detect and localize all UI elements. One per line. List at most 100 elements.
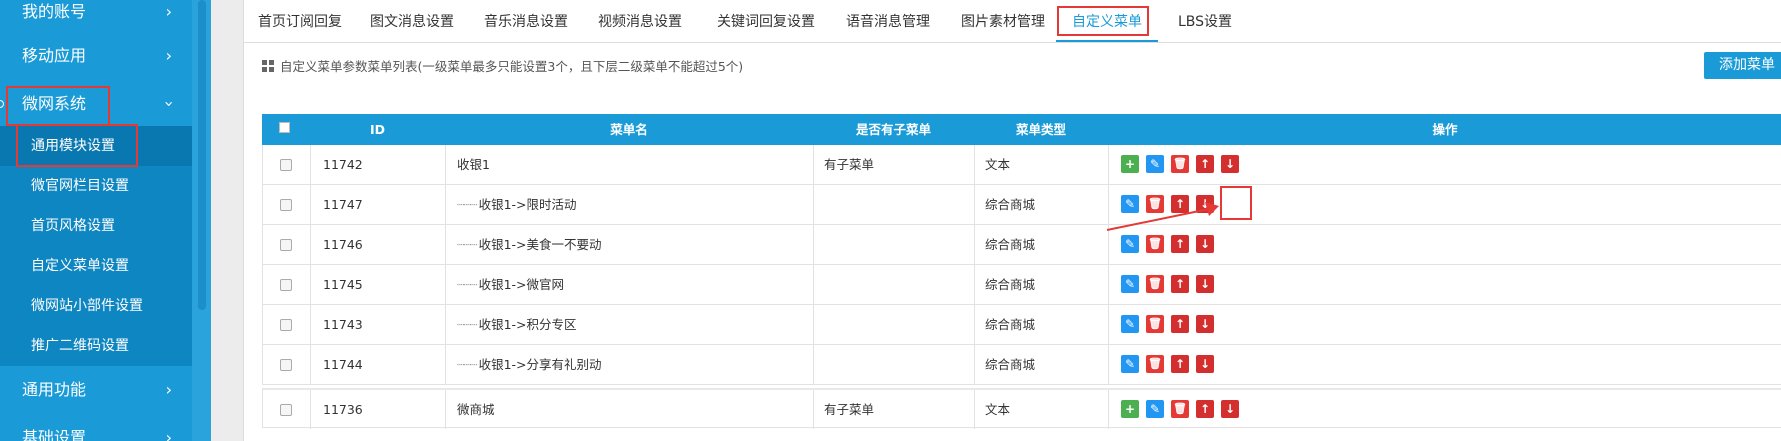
cell-menu-type: 文本 — [985, 157, 1011, 172]
chevron-down-icon: › — [159, 100, 179, 108]
arrow-down-icon[interactable]: ↓ — [1196, 195, 1214, 213]
edit-icon[interactable]: ✎ — [1121, 195, 1139, 213]
header-operations: 操作 — [1432, 122, 1458, 137]
row-checkbox[interactable] — [280, 199, 292, 211]
sidebar-group-common-functions[interactable]: 通用功能 › — [0, 368, 192, 412]
row-checkbox[interactable] — [280, 359, 292, 371]
add-submenu-icon[interactable]: + — [1121, 400, 1139, 418]
tab-subscribe-reply[interactable]: 首页订阅回复 — [254, 0, 346, 42]
header-menu-type: 菜单类型 — [1015, 122, 1066, 137]
sidebar-item-label: 推广二维码设置 — [31, 338, 129, 354]
tab-voice-message[interactable]: 语音消息管理 — [842, 0, 934, 42]
tab-keyword-reply[interactable]: 关键词回复设置 — [712, 0, 820, 42]
edit-icon[interactable]: ✎ — [1121, 355, 1139, 373]
weiwang-submenu: 通用模块设置 微官网栏目设置 首页风格设置 自定义菜单设置 微网站小部件设置 推… — [0, 126, 192, 366]
tab-music-message[interactable]: 音乐消息设置 — [480, 0, 572, 42]
cell-id: 11747 — [323, 197, 363, 212]
tab-image-assets[interactable]: 图片素材管理 — [957, 0, 1049, 42]
tab-bar: 首页订阅回复 图文消息设置 音乐消息设置 视频消息设置 关键词回复设置 语音消息… — [244, 0, 1781, 43]
menu-name-text: 收银1->美食一不要动 — [478, 237, 602, 252]
cell-menu-type: 综合商城 — [985, 317, 1036, 332]
arrow-down-icon[interactable]: ↓ — [1221, 155, 1239, 173]
arrow-down-icon[interactable]: ↓ — [1196, 315, 1214, 333]
sidebar-item-label: 首页风格设置 — [31, 218, 115, 234]
menu-name-text: 收银1->积分专区 — [478, 317, 577, 332]
trash-icon[interactable]: 🗑 — [1146, 315, 1164, 333]
cell-menu-name: ┈┈┈ 收银1->美食一不要动 — [457, 225, 602, 264]
cell-id: 11742 — [323, 157, 363, 172]
trash-icon[interactable]: 🗑 — [1146, 195, 1164, 213]
edit-icon[interactable]: ✎ — [1121, 235, 1139, 253]
cell-menu-name: ┈┈┈ 收银1->限时活动 — [457, 185, 577, 224]
arrow-down-icon[interactable]: ↓ — [1196, 275, 1214, 293]
grid-icon — [262, 60, 274, 72]
tab-news-message[interactable]: 图文消息设置 — [366, 0, 458, 42]
cell-menu-name: 收银1 — [457, 157, 490, 172]
sidebar-item-widgets[interactable]: 微网站小部件设置 — [0, 286, 192, 326]
sidebar-group-label: 基础设置 — [22, 428, 87, 441]
trash-icon[interactable]: 🗑 — [1171, 400, 1189, 418]
arrow-down-icon[interactable]: ↓ — [1196, 235, 1214, 253]
cell-id: 11746 — [323, 237, 363, 252]
sidebar-group-account[interactable]: 我的账号 › — [0, 0, 192, 34]
arrow-up-icon[interactable]: ↑ — [1171, 235, 1189, 253]
sidebar-item-custom-menu[interactable]: 自定义菜单设置 — [0, 246, 192, 286]
sidebar-group-label: 我的账号 — [22, 2, 87, 21]
tab-video-message[interactable]: 视频消息设置 — [594, 0, 686, 42]
menu-name-text: 收银1->微官网 — [478, 277, 565, 292]
sidebar-item-label: 自定义菜单设置 — [31, 258, 129, 274]
trash-icon[interactable]: 🗑 — [1146, 355, 1164, 373]
edit-icon[interactable]: ✎ — [1121, 275, 1139, 293]
sidebar-item-site-column[interactable]: 微官网栏目设置 — [0, 166, 192, 206]
select-all-checkbox[interactable] — [279, 122, 290, 133]
sidebar-scrollbar[interactable] — [198, 0, 206, 310]
sidebar-group-label: 微网系统 — [22, 94, 87, 113]
menu-name-text: 收银1->分享有礼别动 — [478, 357, 602, 372]
trash-icon[interactable]: 🗑 — [1146, 235, 1164, 253]
trash-icon[interactable]: 🗑 — [1146, 275, 1164, 293]
cell-menu-name: 微商城 — [457, 402, 495, 417]
sidebar-group-mobile-app[interactable]: 移动应用 › — [0, 34, 192, 78]
row-checkbox[interactable] — [280, 404, 292, 416]
tab-lbs-settings[interactable]: LBS设置 — [1170, 0, 1240, 42]
arrow-down-icon[interactable]: ↓ — [1221, 400, 1239, 418]
row-checkbox[interactable] — [280, 319, 292, 331]
edit-icon[interactable]: ✎ — [1146, 155, 1164, 173]
sidebar-item-common-module[interactable]: 通用模块设置 — [0, 126, 192, 166]
sidebar-item-qrcode[interactable]: 推广二维码设置 — [0, 326, 192, 366]
arrow-up-icon[interactable]: ↑ — [1196, 400, 1214, 418]
row-checkbox[interactable] — [280, 239, 292, 251]
arrow-up-icon[interactable]: ↑ — [1171, 355, 1189, 373]
tab-custom-menu[interactable]: 自定义菜单 — [1056, 0, 1158, 42]
arrow-up-icon[interactable]: ↑ — [1171, 195, 1189, 213]
sidebar-group-basic-settings[interactable]: 基础设置 › — [0, 416, 192, 441]
arrow-up-icon[interactable]: ↑ — [1171, 275, 1189, 293]
sidebar-item-label: 通用模块设置 — [31, 138, 115, 154]
table-row: 11743 ┈┈┈ 收银1->积分专区 综合商城 ✎ 🗑 ↑ ↓ — [262, 305, 1781, 345]
add-submenu-icon[interactable]: + — [1121, 155, 1139, 173]
chevron-right-icon: › — [165, 2, 172, 21]
header-id: ID — [369, 122, 386, 137]
cell-menu-type: 综合商城 — [985, 357, 1036, 372]
table-header: ID 菜单名 是否有子菜单 菜单类型 操作 — [262, 114, 1781, 145]
tree-connector: ┈┈┈ — [457, 317, 478, 332]
cell-menu-type: 综合商城 — [985, 197, 1036, 212]
sidebar-group-label: 移动应用 — [22, 46, 87, 65]
sidebar-group-weiwang[interactable]: 微网系统 › — [0, 82, 192, 126]
edit-icon[interactable]: ✎ — [1121, 315, 1139, 333]
edit-icon[interactable]: ✎ — [1146, 400, 1164, 418]
add-menu-button[interactable]: 添加菜单 — [1704, 52, 1781, 79]
cell-menu-name: ┈┈┈ 收银1->积分专区 — [457, 305, 577, 344]
arrow-up-icon[interactable]: ↑ — [1196, 155, 1214, 173]
tree-connector: ┈┈┈ — [457, 357, 478, 372]
cell-id: 11744 — [323, 357, 363, 372]
trash-icon[interactable]: 🗑 — [1171, 155, 1189, 173]
cell-menu-name: ┈┈┈ 收银1->微官网 — [457, 265, 564, 304]
menu-name-text: 收银1->限时活动 — [478, 197, 577, 212]
header-menu-name: 菜单名 — [610, 122, 648, 137]
row-checkbox[interactable] — [280, 279, 292, 291]
arrow-down-icon[interactable]: ↓ — [1196, 355, 1214, 373]
row-checkbox[interactable] — [280, 159, 292, 171]
arrow-up-icon[interactable]: ↑ — [1171, 315, 1189, 333]
sidebar-item-home-style[interactable]: 首页风格设置 — [0, 206, 192, 246]
